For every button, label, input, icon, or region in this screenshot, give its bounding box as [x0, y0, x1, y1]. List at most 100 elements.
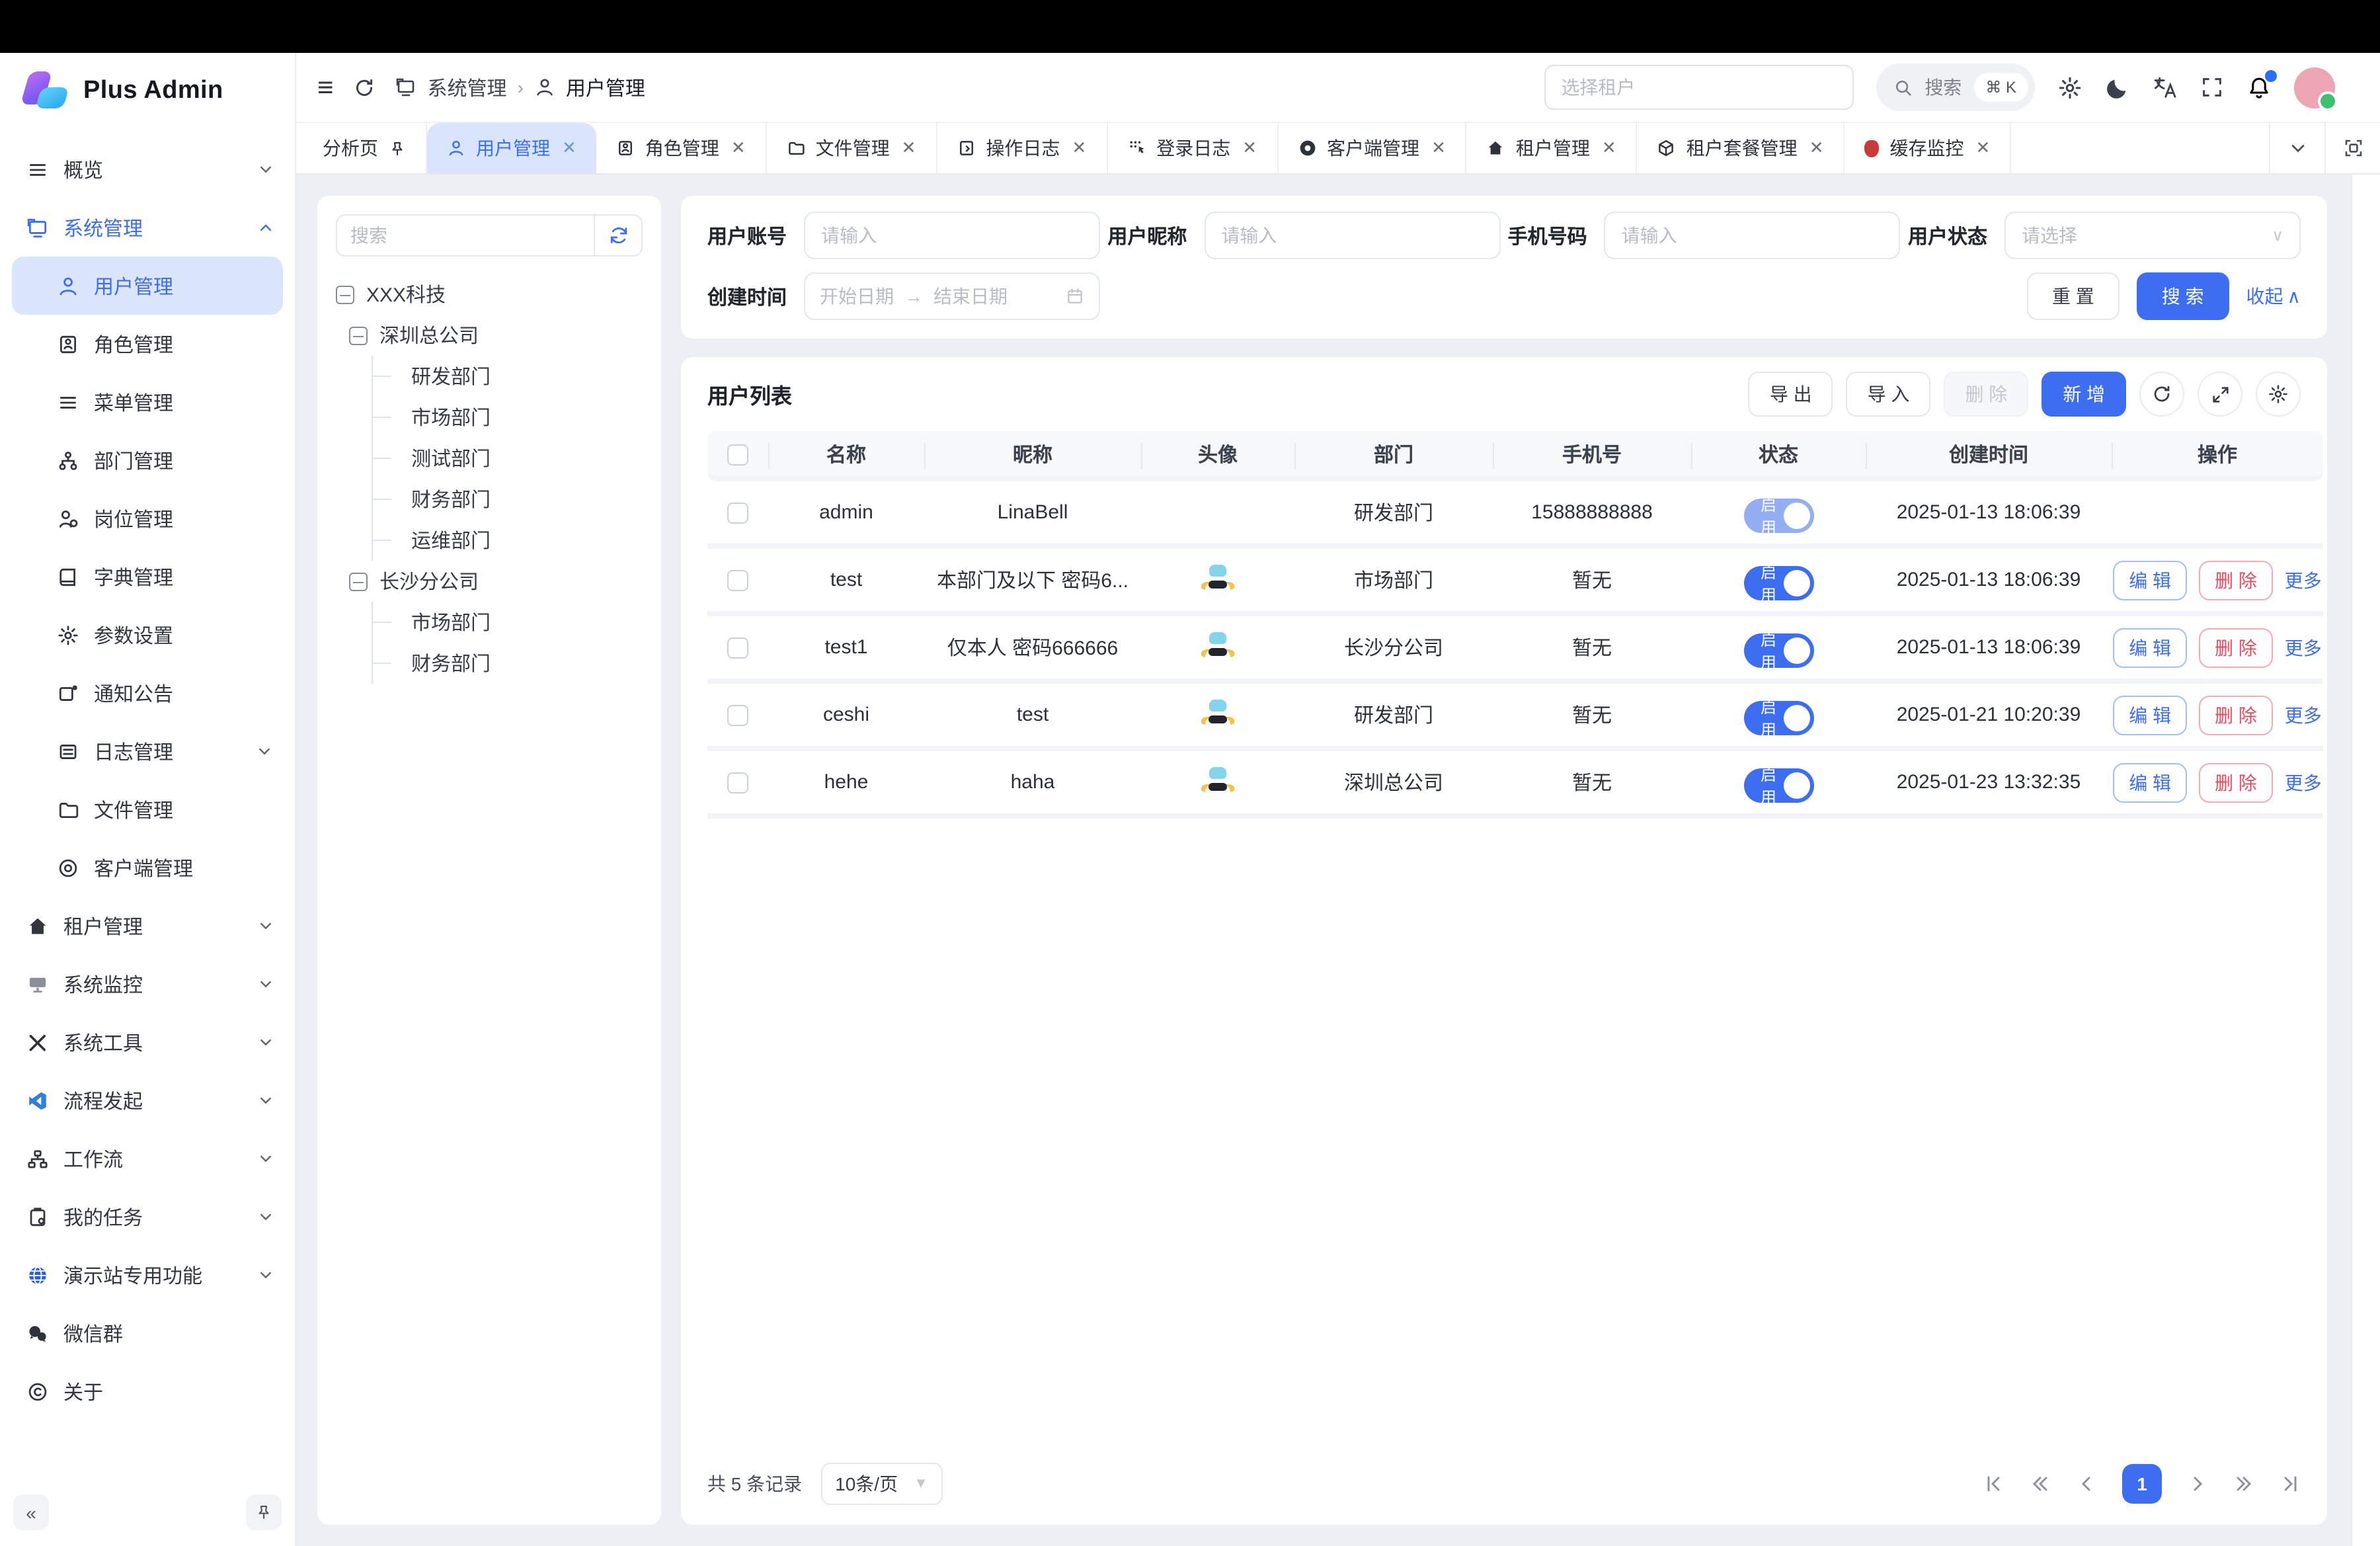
global-search-button[interactable]: 搜索 ⌘ K	[1876, 63, 2035, 111]
language-switch-button[interactable]	[2153, 75, 2178, 100]
sidebar-item-system-monitor[interactable]: 系统监控	[0, 955, 295, 1013]
close-icon[interactable]: ✕	[1602, 138, 1616, 159]
breadcrumb-section[interactable]: 系统管理	[428, 73, 507, 101]
delete-row-button[interactable]: 删 除	[2199, 628, 2273, 667]
status-toggle[interactable]: 启用	[1743, 565, 1813, 600]
settings-button[interactable]	[2057, 75, 2082, 100]
collapse-sidebar-button[interactable]: «	[13, 1494, 49, 1530]
reset-button[interactable]: 重 置	[2027, 272, 2120, 320]
sidebar-item-wechat-group[interactable]: 微信群	[0, 1304, 295, 1362]
forward-five-pages-button[interactable]	[2233, 1473, 2254, 1494]
more-button[interactable]: 更多	[2285, 567, 2322, 593]
tab-list-dropdown-button[interactable]	[2269, 123, 2324, 173]
close-icon[interactable]: ✕	[902, 138, 916, 159]
status-filter-select[interactable]: 请选择 ∨	[2004, 212, 2301, 259]
tab-client-management[interactable]: 客户端管理 ✕	[1278, 123, 1467, 173]
tree-node-leaf[interactable]: 测试部门	[373, 438, 643, 479]
refresh-page-button[interactable]	[354, 76, 376, 99]
tree-collapse-icon[interactable]	[336, 285, 354, 304]
collapse-filter-link[interactable]: 收起∧	[2246, 283, 2301, 309]
tenant-select-input[interactable]	[1544, 65, 1853, 110]
back-five-pages-button[interactable]	[2030, 1473, 2051, 1494]
phone-filter-input[interactable]	[1605, 212, 1901, 259]
account-filter-input[interactable]	[804, 212, 1100, 259]
sidebar-item-overview[interactable]: 概览	[0, 140, 295, 198]
delete-row-button[interactable]: 删 除	[2199, 560, 2273, 600]
dark-mode-toggle[interactable]	[2105, 75, 2130, 100]
sidebar-item-my-tasks[interactable]: 我的任务	[0, 1188, 295, 1246]
close-icon[interactable]: ✕	[562, 138, 576, 159]
sidebar-item-file-management[interactable]: 文件管理	[12, 780, 283, 838]
user-avatar[interactable]	[2294, 67, 2335, 108]
app-logo[interactable]: Plus Admin	[0, 53, 295, 130]
sidebar-item-menu-management[interactable]: 菜单管理	[12, 373, 283, 431]
table-fullscreen-button[interactable]	[2198, 372, 2242, 417]
tree-node-leaf[interactable]: 财务部门	[373, 643, 643, 684]
tree-node-leaf[interactable]: 市场部门	[373, 397, 643, 438]
tab-login-log[interactable]: 登录日志 ✕	[1107, 123, 1278, 173]
more-button[interactable]: 更多	[2285, 634, 2322, 661]
sidebar-item-dictionary-management[interactable]: 字典管理	[12, 548, 283, 606]
hamburger-menu-icon[interactable]: ≡	[317, 73, 334, 101]
tree-node-leaf[interactable]: 研发部门	[373, 356, 643, 397]
tab-file-management[interactable]: 文件管理 ✕	[767, 123, 937, 173]
more-button[interactable]: 更多	[2285, 769, 2322, 795]
previous-page-button[interactable]	[2076, 1473, 2097, 1494]
first-page-button[interactable]	[1983, 1473, 2004, 1494]
sidebar-item-role-management[interactable]: 角色管理	[12, 315, 283, 373]
row-checkbox[interactable]	[727, 570, 748, 591]
sidebar-item-about[interactable]: 关于	[0, 1362, 295, 1420]
close-icon[interactable]: ✕	[1072, 138, 1086, 159]
delete-row-button[interactable]: 删 除	[2199, 695, 2273, 735]
sidebar-item-user-management[interactable]: 用户管理	[12, 257, 283, 315]
row-checkbox[interactable]	[727, 705, 748, 726]
select-all-checkbox[interactable]	[727, 444, 748, 465]
tree-node-leaf[interactable]: 运维部门	[373, 520, 643, 561]
pin-icon[interactable]	[389, 140, 406, 157]
edit-button[interactable]: 编 辑	[2113, 762, 2187, 802]
sidebar-item-demo-features[interactable]: 演示站专用功能	[0, 1246, 295, 1304]
more-button[interactable]: 更多	[2285, 702, 2322, 728]
table-settings-button[interactable]	[2256, 372, 2301, 417]
close-icon[interactable]: ✕	[731, 138, 746, 159]
tab-cache-monitor[interactable]: 缓存监控 ✕	[1845, 123, 2012, 173]
fullscreen-button[interactable]	[2200, 75, 2224, 99]
status-toggle[interactable]: 启用	[1743, 633, 1813, 667]
status-toggle[interactable]: 启用	[1743, 498, 1813, 532]
close-icon[interactable]: ✕	[1976, 138, 1991, 159]
sidebar-item-system-tools[interactable]: 系统工具	[0, 1013, 295, 1071]
edit-button[interactable]: 编 辑	[2113, 560, 2187, 600]
sidebar-item-post-management[interactable]: 岗位管理	[12, 489, 283, 548]
tab-analysis[interactable]: 分析页	[296, 123, 427, 173]
tree-collapse-icon[interactable]	[349, 326, 368, 345]
search-button[interactable]: 搜 索	[2137, 272, 2229, 320]
status-toggle[interactable]: 启用	[1743, 768, 1813, 802]
tree-node-leaf[interactable]: 市场部门	[373, 602, 643, 643]
row-checkbox[interactable]	[727, 503, 748, 524]
sidebar-item-department-management[interactable]: 部门管理	[12, 431, 283, 489]
add-button[interactable]: 新 增	[2042, 372, 2126, 417]
status-toggle[interactable]: 启用	[1743, 700, 1813, 735]
tree-node-branch[interactable]: 长沙分公司	[349, 561, 643, 602]
row-checkbox[interactable]	[727, 772, 748, 793]
row-checkbox[interactable]	[727, 637, 748, 659]
table-refresh-button[interactable]	[2139, 372, 2184, 417]
close-icon[interactable]: ✕	[1242, 138, 1257, 159]
pin-sidebar-button[interactable]	[246, 1494, 282, 1530]
tree-collapse-icon[interactable]	[349, 572, 368, 590]
tree-node-leaf[interactable]: 财务部门	[373, 479, 643, 520]
tab-tenant-package-management[interactable]: 租户套餐管理 ✕	[1638, 123, 1845, 173]
tree-refresh-button[interactable]	[594, 216, 641, 255]
tab-tenant-management[interactable]: 租户管理 ✕	[1467, 123, 1638, 173]
sidebar-item-tenant-management[interactable]: 租户管理	[0, 897, 295, 955]
last-page-button[interactable]	[2280, 1473, 2301, 1494]
sidebar-item-log-management[interactable]: 日志管理	[12, 722, 283, 780]
delete-row-button[interactable]: 删 除	[2199, 762, 2273, 802]
import-button[interactable]: 导 入	[1846, 372, 1931, 417]
nickname-filter-input[interactable]	[1204, 212, 1500, 259]
page-size-select[interactable]: 10条/页 ▼	[820, 1463, 943, 1505]
sidebar-item-workflow[interactable]: 工作流	[0, 1129, 295, 1188]
sidebar-item-parameter-settings[interactable]: 参数设置	[12, 606, 283, 664]
sidebar-item-system-management[interactable]: 系统管理	[0, 198, 295, 257]
tab-user-management[interactable]: 用户管理 ✕	[427, 123, 596, 173]
